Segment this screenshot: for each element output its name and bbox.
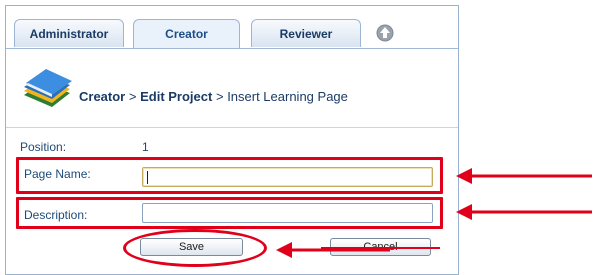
- position-value: 1: [142, 140, 149, 154]
- up-arrow-icon[interactable]: [376, 24, 394, 42]
- arrow-left-icon: [456, 204, 592, 220]
- tab-creator[interactable]: Creator: [133, 19, 240, 48]
- position-label: Position:: [20, 140, 67, 154]
- tab-reviewer[interactable]: Reviewer: [251, 19, 361, 47]
- breadcrumb-separator: >: [128, 89, 137, 104]
- breadcrumb-current-page: Insert Learning Page: [227, 89, 348, 104]
- page-header: Creator > Edit Project > Insert Learning…: [6, 49, 458, 128]
- page-name-highlight-box: [16, 157, 443, 194]
- breadcrumb-separator: >: [215, 89, 224, 104]
- tab-bar: Administrator Creator Reviewer: [6, 6, 458, 49]
- arrow-left-icon: [276, 242, 390, 258]
- breadcrumb: Creator > Edit Project > Insert Learning…: [79, 89, 348, 104]
- arrow-left-icon: [456, 168, 592, 184]
- description-highlight-box: [16, 197, 443, 229]
- book-stack-icon: [24, 69, 72, 107]
- breadcrumb-edit-project[interactable]: Edit Project: [140, 89, 212, 104]
- breadcrumb-creator[interactable]: Creator: [79, 89, 125, 104]
- tab-administrator[interactable]: Administrator: [14, 19, 124, 47]
- save-highlight-ellipse: [123, 229, 267, 267]
